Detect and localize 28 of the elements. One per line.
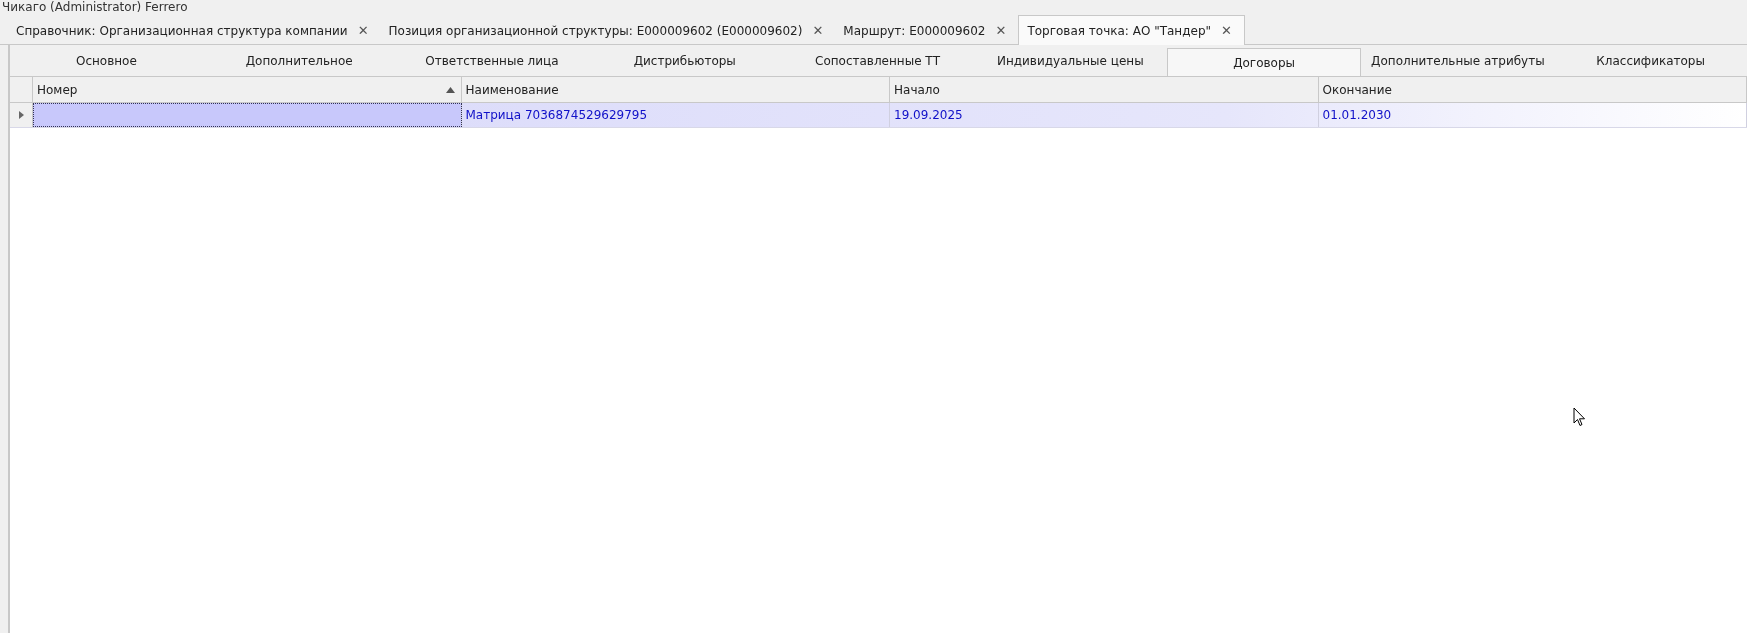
table-cell: Матрица 7036874529629795 (461, 103, 890, 127)
mouse-pointer-icon (1573, 407, 1586, 427)
close-icon[interactable]: ✕ (357, 23, 369, 38)
column-header[interactable]: Номер (33, 77, 462, 102)
close-icon[interactable]: ✕ (995, 23, 1007, 38)
document-tab[interactable]: Маршрут: E000009602 ✕ (835, 17, 1019, 44)
row-indicator-icon (18, 111, 24, 119)
window-title: Чикаго (Administrator) Ferrero (2, 0, 188, 14)
tab[interactable]: Индивидуальные цены (973, 45, 1167, 76)
close-icon[interactable]: ✕ (812, 23, 824, 38)
tab[interactable]: Дополнительные атрибуты (1361, 45, 1555, 76)
table-row[interactable]: Матрица 7036874529629795 19.09.2025 01.01.2030 (10, 103, 1747, 128)
column-header[interactable]: Окончание (1318, 77, 1747, 102)
column-header[interactable]: Наименование (461, 77, 890, 102)
document-tab[interactable]: Торговая точка: АО "Тандер" ✕ (1018, 15, 1245, 45)
table-cell: 01.01.2030 (1318, 103, 1747, 127)
tab[interactable]: Дистрибьюторы (588, 45, 782, 76)
table-cell: 19.09.2025 (890, 103, 1319, 127)
document-tab[interactable]: Позиция организационной структуры: E000009602 (E000009602) ✕ (380, 17, 836, 44)
tab[interactable]: Договоры (1166, 48, 1362, 76)
tab[interactable]: Сопоставленные ТТ (781, 45, 974, 76)
tab[interactable]: Дополнительное (202, 45, 396, 76)
column-header[interactable]: Начало (890, 77, 1319, 102)
close-icon[interactable]: ✕ (1221, 23, 1232, 38)
tab[interactable]: Ответственные лица (395, 45, 589, 76)
document-tab[interactable]: Справочник: Организационная структура компании ✕ (8, 17, 381, 44)
tab[interactable]: Основное (10, 45, 203, 76)
tab[interactable]: Классификаторы (1554, 45, 1747, 76)
